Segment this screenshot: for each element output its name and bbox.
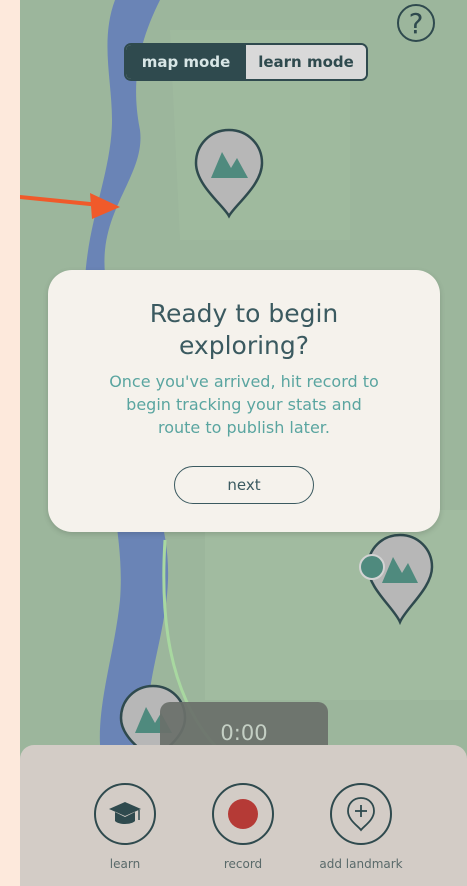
nav-add-landmark-label: add landmark (319, 857, 403, 871)
next-button[interactable]: next (174, 466, 314, 504)
question-mark-icon: ? (408, 6, 424, 40)
dialog-title-line: exploring? (178, 331, 310, 360)
record-button[interactable] (212, 783, 274, 845)
record-dot-icon (228, 799, 258, 829)
nav-learn[interactable]: learn (70, 783, 180, 871)
dialog-title-line: Ready to begin (149, 299, 339, 328)
add-landmark-button[interactable] (330, 783, 392, 845)
onboarding-dialog: Ready to begin exploring? Once you've ar… (48, 270, 440, 532)
nav-add-landmark[interactable]: add landmark (306, 783, 416, 871)
phone-screen: ? map mode learn mode Ready to begin exp… (20, 0, 467, 886)
dialog-body-line: Once you've arrived, hit record to (109, 372, 379, 391)
learn-button[interactable] (94, 783, 156, 845)
dialog-body-line: route to publish later. (158, 418, 330, 437)
nav-learn-label: learn (109, 857, 141, 871)
map-mode-tab[interactable]: map mode (126, 45, 246, 79)
nav-record-label: record (223, 857, 263, 871)
graduation-cap-icon (109, 802, 141, 824)
nav-record[interactable]: record (188, 783, 298, 871)
dialog-body-line: begin tracking your stats and (126, 395, 362, 414)
mode-toggle[interactable]: map mode learn mode (124, 43, 368, 81)
help-button[interactable]: ? (397, 4, 435, 42)
dialog-title: Ready to begin exploring? (48, 298, 440, 362)
add-pin-icon (347, 797, 375, 832)
learn-mode-tab[interactable]: learn mode (246, 45, 366, 79)
dialog-body: Once you've arrived, hit record to begin… (48, 370, 440, 439)
bottom-nav: learn record add landmark (20, 745, 467, 886)
